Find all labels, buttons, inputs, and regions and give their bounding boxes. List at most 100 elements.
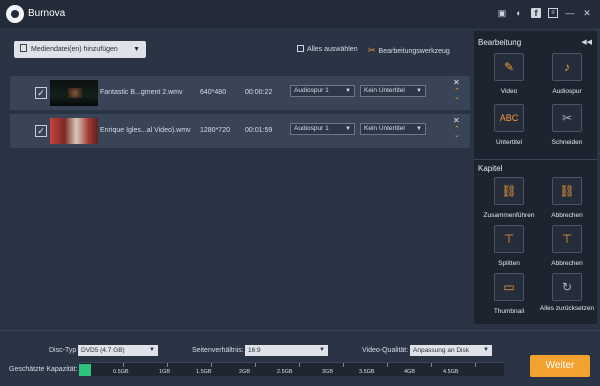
- document-icon: [20, 44, 27, 52]
- row-checkbox[interactable]: ✓: [35, 125, 47, 137]
- bottom-bar: Disc-Typ DVD5 (4.7 GB) ▼ Seitenverhältnis…: [0, 330, 600, 386]
- next-button[interactable]: Weiter: [530, 355, 590, 377]
- capacity-tick-mark: [387, 363, 388, 367]
- chevron-down-icon: ▼: [319, 347, 325, 353]
- add-files-button[interactable]: Mediendatei(en) hinzufügen ▼: [14, 41, 146, 58]
- edit-tool-label: Bearbeitungswerkzeug: [378, 48, 450, 55]
- disc-type-value: DVD5 (4.7 GB): [81, 347, 125, 354]
- file-duration: 00:00:22: [245, 89, 273, 96]
- video-quality-select[interactable]: Anpassung an Disk ▼: [410, 345, 492, 356]
- cancel-split-button[interactable]: ⊤: [552, 225, 582, 253]
- audio-track-select[interactable]: Audiospur 1 ▼: [290, 123, 355, 135]
- thumbnail-icon: ▭: [503, 280, 515, 294]
- thumbnail-button[interactable]: ▭: [494, 273, 524, 301]
- reset-icon: ↻: [561, 280, 573, 294]
- edit-tool-button[interactable]: ✂ Bearbeitungswerkzeug: [368, 45, 450, 56]
- video-thumbnail: [50, 118, 98, 144]
- split-label: Splitten: [498, 260, 520, 267]
- select-all-checkbox[interactable]: Alles auswählen: [297, 45, 358, 53]
- capacity-bar: 0.5GB 1GB 1.5GB 2GB 2.5GB 3GB 3.5GB 4GB …: [79, 362, 504, 376]
- chevron-down-icon: ▼: [483, 347, 489, 353]
- capacity-tick-mark: [211, 363, 212, 367]
- capacity-tick: 4GB: [404, 369, 416, 375]
- chevron-down-icon: ▼: [416, 88, 422, 94]
- subtitle-select[interactable]: Kein Untertitel ▼: [360, 123, 426, 135]
- chapter-heading: Kapitel: [478, 164, 503, 173]
- checkbox-icon[interactable]: [297, 45, 304, 52]
- capacity-tick: 0.5GB: [113, 369, 129, 375]
- file-duration: 00:01:59: [245, 127, 273, 134]
- reorder-icon[interactable]: ⌃ ⌄: [454, 126, 460, 139]
- cut-button[interactable]: ✂: [552, 104, 582, 132]
- sidebar-divider: [474, 159, 597, 160]
- disc-type-select[interactable]: DVD5 (4.7 GB) ▼: [78, 345, 158, 356]
- video-edit-button[interactable]: ✎: [494, 53, 524, 81]
- cancel-merge-label: Abbrechen: [551, 212, 583, 219]
- capacity-tick: 3.5GB: [359, 369, 375, 375]
- remove-icon[interactable]: ✕: [453, 78, 460, 87]
- capacity-tick-mark: [431, 363, 432, 367]
- audio-track-button[interactable]: ♪: [552, 53, 582, 81]
- capacity-fill: [79, 364, 91, 376]
- chevron-down-icon: ▼: [345, 126, 351, 132]
- row-checkbox[interactable]: ✓: [35, 87, 47, 99]
- capacity-tick-mark: [255, 363, 256, 367]
- feedback-icon[interactable]: ≡: [548, 8, 558, 18]
- video-quality-label: Video-Qualität:: [362, 347, 409, 354]
- capacity-tick: 2.5GB: [277, 369, 293, 375]
- subtitle-label: Untertitel: [495, 139, 522, 146]
- chevron-down-icon: ▼: [416, 126, 422, 132]
- settings-icon[interactable]: ◐: [514, 8, 524, 18]
- video-quality-value: Anpassung an Disk: [413, 347, 470, 354]
- minimize-icon[interactable]: —: [565, 8, 575, 18]
- add-files-label: Mediendatei(en) hinzufügen: [31, 46, 118, 53]
- audio-track-value: Audiospur 1: [294, 125, 329, 132]
- reorder-icon[interactable]: ⌃ ⌄: [454, 88, 460, 101]
- close-icon[interactable]: ✕: [582, 8, 592, 18]
- aspect-ratio-select[interactable]: 16:9 ▼: [245, 345, 328, 356]
- remove-icon[interactable]: ✕: [453, 116, 460, 125]
- facebook-icon[interactable]: f: [531, 8, 541, 18]
- video-thumbnail: [50, 80, 98, 106]
- sidebar: Bearbeitung ◀◀ ✎ Video ♪ Audiospur ABC U…: [474, 31, 597, 324]
- subtitle-select[interactable]: Kein Untertitel ▼: [360, 85, 426, 97]
- link-icon: ⛓: [501, 184, 517, 198]
- video-label: Video: [500, 88, 518, 95]
- capacity-tick-mark: [475, 363, 476, 367]
- unlink-icon: ⛓: [559, 184, 575, 198]
- save-icon[interactable]: ▣: [497, 8, 507, 18]
- collapse-icon[interactable]: ◀◀: [581, 38, 592, 46]
- scissors-icon: ✂: [561, 111, 573, 125]
- aspect-ratio-label: Seitenverhältnis:: [192, 347, 244, 354]
- title-bar-icons: ▣ ◐ f ≡ — ✕: [497, 8, 592, 18]
- audio-track-select[interactable]: Audiospur 1 ▼: [290, 85, 355, 97]
- reset-all-label: Alles zurücksetzen: [539, 305, 595, 312]
- split-button[interactable]: ⊤: [494, 225, 524, 253]
- app-logo-icon: [6, 5, 24, 23]
- chevron-down-icon[interactable]: ▼: [133, 41, 140, 58]
- abc-icon: ABC: [499, 113, 519, 123]
- chevron-down-icon: ▼: [149, 347, 155, 353]
- merge-button[interactable]: ⛓: [494, 177, 524, 205]
- capacity-tick-mark: [343, 363, 344, 367]
- file-name: Enrique Igles...al Video).wmv: [100, 127, 191, 134]
- reset-all-button[interactable]: ↻: [552, 273, 582, 301]
- capacity-tick: 1GB: [159, 369, 171, 375]
- select-all-label: Alles auswählen: [307, 46, 358, 53]
- cut-label: Schneiden: [551, 139, 583, 146]
- cancel-split-icon: ⊤: [561, 232, 573, 246]
- aspect-ratio-value: 16:9: [248, 347, 261, 354]
- subtitle-value: Kein Untertitel: [364, 87, 405, 94]
- file-row[interactable]: ✓ Enrique Igles...al Video).wmv 1280*720…: [10, 114, 470, 148]
- cancel-merge-button[interactable]: ⛓: [552, 177, 582, 205]
- capacity-tick: 2GB: [239, 369, 251, 375]
- merge-label: Zusammenführen: [483, 212, 535, 219]
- capacity-label: Geschätzte Kapazität:: [9, 366, 78, 373]
- capacity-tick-mark: [123, 363, 124, 367]
- capacity-tick: 3GB: [322, 369, 334, 375]
- title-bar: Burnova ▣ ◐ f ≡ — ✕: [0, 0, 600, 28]
- file-row[interactable]: ✓ Fantastic B...gment 2.wmv 640*480 00:0…: [10, 76, 470, 110]
- split-icon: ⊤: [503, 232, 515, 246]
- subtitle-button[interactable]: ABC: [494, 104, 524, 132]
- file-name: Fantastic B...gment 2.wmv: [100, 89, 183, 96]
